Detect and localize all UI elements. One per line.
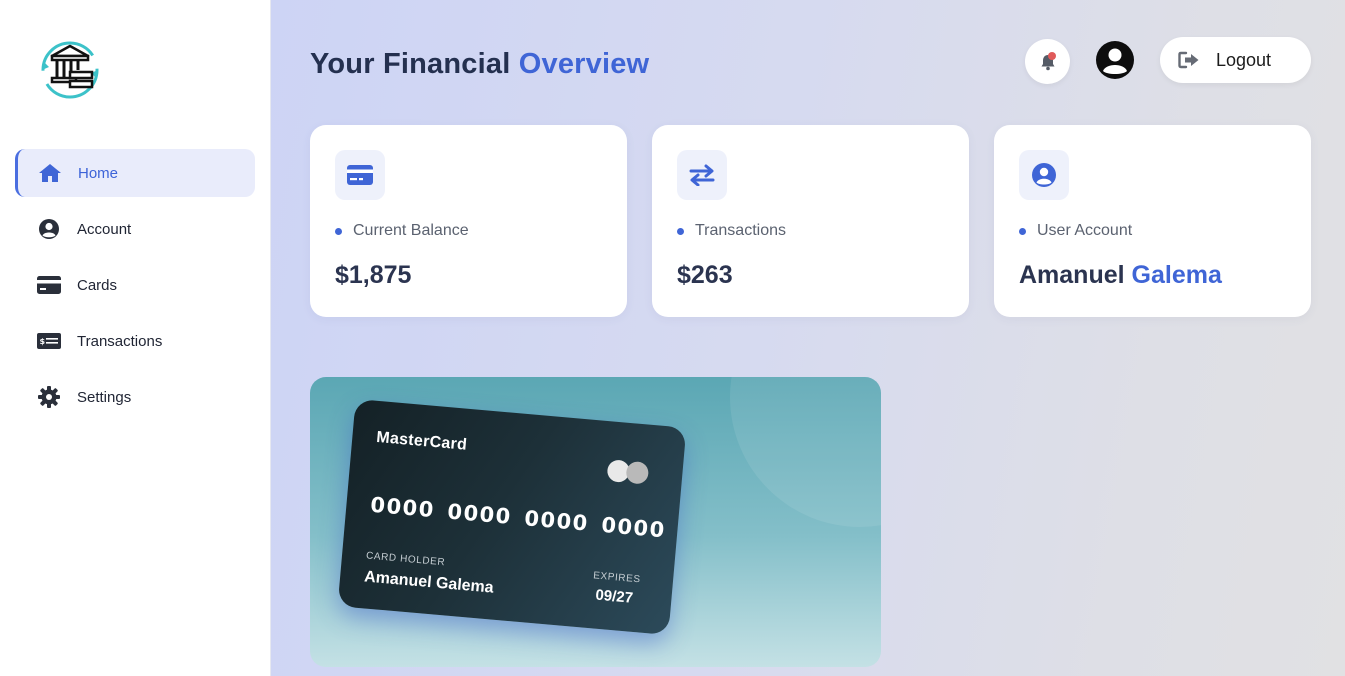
stat-label-text: Transactions <box>695 222 786 239</box>
stat-value: $1,875 <box>335 261 412 289</box>
card-holder-label: CARD HOLDER <box>365 550 446 569</box>
sidebar: Home Account Cards $ Transactions Settin… <box>0 0 271 676</box>
sidebar-item-label: Transactions <box>77 332 163 350</box>
user-circle-icon <box>1096 41 1134 79</box>
svg-text:$: $ <box>40 337 46 346</box>
sidebar-item-label: Account <box>77 220 132 238</box>
sidebar-item-label: Home <box>78 164 119 182</box>
notifications-button[interactable] <box>1025 39 1070 84</box>
stat-icon-box <box>1019 150 1069 200</box>
notification-dot <box>1047 51 1056 60</box>
page-title: Your Financial Overview <box>310 48 649 81</box>
sign-out-icon <box>1178 51 1199 69</box>
main-content: Your Financial Overview Logout Current B <box>271 0 1345 676</box>
sidebar-item-account[interactable]: Account <box>15 205 255 253</box>
profile-avatar-button[interactable] <box>1095 40 1135 80</box>
user-first-name: Amanuel <box>1019 261 1125 289</box>
exchange-arrows-icon <box>689 164 715 186</box>
user-circle-icon <box>1032 163 1056 187</box>
money-bill-icon: $ <box>37 329 61 353</box>
card-expires-label: EXPIRES <box>592 570 642 586</box>
stat-label: Transactions <box>677 222 786 240</box>
stat-value: Amanuel Galema <box>1019 261 1222 290</box>
stat-icon-box <box>677 150 727 200</box>
sidebar-item-label: Cards <box>77 276 118 294</box>
card-holder-name: Amanuel Galema <box>363 568 495 597</box>
bullet-dot <box>677 227 684 235</box>
sidebar-nav: Home Account Cards $ Transactions Settin… <box>15 149 255 429</box>
card-brand: MasterCard <box>375 428 468 454</box>
user-last-name: Galema <box>1131 261 1222 289</box>
card-number: 0000 0000 0000 0000 <box>369 492 667 543</box>
sidebar-item-transactions[interactable]: $ Transactions <box>15 317 255 365</box>
sidebar-item-label: Settings <box>77 388 132 406</box>
mastercard-logo-icon <box>625 460 650 485</box>
stat-label: Current Balance <box>335 222 469 240</box>
stat-card-balance: Current Balance $1,875 <box>310 125 627 317</box>
page-title-accent: Overview <box>518 48 650 80</box>
bell-icon <box>1041 51 1056 70</box>
user-circle-icon <box>37 217 61 241</box>
decorative-circle <box>730 377 881 527</box>
bullet-dot <box>335 227 342 235</box>
credit-card-icon <box>37 273 61 297</box>
credit-card-icon <box>347 165 373 185</box>
stat-card-user-account: User Account Amanuel Galema <box>994 125 1311 317</box>
bank-logo-icon[interactable] <box>38 40 102 100</box>
credit-card[interactable]: MasterCard 0000 0000 0000 0000 CARD HOLD… <box>337 398 687 636</box>
page-title-prefix: Your Financial <box>310 48 511 80</box>
sidebar-item-home[interactable]: Home <box>15 149 255 197</box>
bullet-dot <box>1019 227 1026 235</box>
stat-icon-box <box>335 150 385 200</box>
stat-label: User Account <box>1019 222 1132 240</box>
card-expires-value: 09/27 <box>594 586 634 607</box>
home-icon <box>38 161 62 185</box>
sidebar-item-settings[interactable]: Settings <box>15 373 255 421</box>
stat-label-text: User Account <box>1037 222 1133 239</box>
logout-label: Logout <box>1216 49 1272 70</box>
logout-button[interactable]: Logout <box>1160 37 1311 83</box>
card-preview-panel: MasterCard 0000 0000 0000 0000 CARD HOLD… <box>310 377 881 667</box>
stat-label-text: Current Balance <box>353 222 469 239</box>
stat-value: $263 <box>677 261 733 289</box>
gear-icon <box>37 385 61 409</box>
sidebar-item-cards[interactable]: Cards <box>15 261 255 309</box>
stat-card-transactions: Transactions $263 <box>652 125 969 317</box>
